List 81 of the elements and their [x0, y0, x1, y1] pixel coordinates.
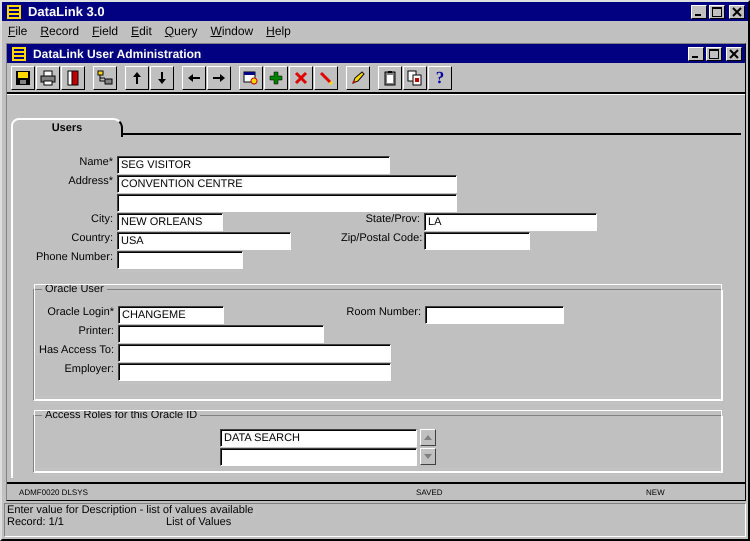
pencil-icon: [350, 70, 366, 86]
down-button[interactable]: [150, 66, 174, 90]
input-field[interactable]: NEW ORLEANS: [117, 212, 223, 230]
window-title: DataLink User Administration: [33, 46, 202, 60]
lov-indicator: List of Values: [166, 516, 232, 528]
eraser-icon: [318, 70, 334, 86]
input-field[interactable]: SEG VISITOR: [117, 156, 390, 174]
field-label: Has Access To:: [38, 343, 115, 356]
copy-icon: [407, 70, 423, 86]
field-label: Employer:: [63, 362, 115, 375]
app-title: DataLink 3.0: [28, 4, 105, 19]
field-label: State/Prov:: [364, 212, 421, 225]
print-button[interactable]: [36, 66, 60, 90]
window-search-icon: [243, 70, 259, 86]
maximize-button[interactable]: [709, 4, 725, 18]
minimize-button[interactable]: [691, 4, 707, 18]
input-field[interactable]: [117, 194, 457, 212]
close-button[interactable]: [729, 4, 745, 18]
menu-item[interactable]: Edit: [129, 24, 154, 38]
input-field[interactable]: [220, 448, 417, 466]
save-button[interactable]: [11, 66, 35, 90]
field-label: Phone Number:: [34, 250, 114, 263]
close-button[interactable]: [726, 46, 742, 60]
field-label: Room Number:: [345, 305, 422, 318]
printer-icon: [40, 70, 56, 86]
field-label: Name*: [78, 155, 114, 168]
input-field[interactable]: CHANGEME: [118, 306, 224, 324]
field-label: Country:: [70, 231, 114, 244]
menu-item[interactable]: File: [6, 24, 30, 38]
field-label: City:: [90, 212, 114, 225]
input-field[interactable]: [424, 232, 530, 250]
menu-item[interactable]: Field: [90, 24, 120, 38]
up-button[interactable]: [125, 66, 149, 90]
input-field[interactable]: USA: [117, 232, 291, 250]
exit-button[interactable]: [61, 66, 85, 90]
copy-button[interactable]: [403, 66, 427, 90]
clear-button[interactable]: [314, 66, 338, 90]
hint-text: Enter value for Description - list of values available: [7, 504, 254, 516]
field-label: Address*: [67, 174, 114, 187]
field-label: Zip/Postal Code:: [341, 231, 424, 244]
input-field[interactable]: LA: [424, 212, 597, 230]
find-button[interactable]: [239, 66, 263, 90]
menu-item[interactable]: Help: [264, 24, 293, 38]
add-button[interactable]: [264, 66, 288, 90]
record-count: Record: 1/1: [7, 516, 65, 528]
menu-item[interactable]: Record: [38, 24, 82, 38]
delete-button[interactable]: [289, 66, 313, 90]
input-field[interactable]: [117, 250, 243, 268]
input-field[interactable]: [118, 324, 324, 342]
minimize-icon: [695, 14, 701, 16]
tree-icon: [97, 70, 113, 86]
group-title: Oracle User: [44, 283, 105, 295]
field-label: Oracle Login*: [46, 305, 115, 318]
input-field[interactable]: [118, 362, 391, 380]
clipboard-icon: [382, 70, 398, 86]
tab[interactable]: Users: [11, 118, 123, 137]
mode-indicator: NEW: [646, 488, 665, 496]
plus-icon: [268, 70, 284, 86]
minimize-icon: [692, 56, 698, 58]
scroll-down-button[interactable]: [420, 448, 436, 465]
triangle-down-icon: [424, 454, 432, 459]
form-name: ADMF0020 DLSYS: [19, 488, 89, 496]
menu-item[interactable]: Window: [208, 24, 256, 38]
input-field[interactable]: DATA SEARCH: [220, 429, 417, 447]
input-field[interactable]: [118, 344, 391, 362]
left-button[interactable]: [182, 66, 206, 90]
input-field[interactable]: CONVENTION CENTRE: [117, 174, 457, 192]
edit-button[interactable]: [346, 66, 370, 90]
input-field[interactable]: [425, 306, 564, 324]
menu-item[interactable]: Query: [162, 24, 200, 38]
tree-button[interactable]: [93, 66, 117, 90]
help-button[interactable]: ?: [428, 66, 452, 90]
field-label: Printer:: [78, 324, 115, 337]
triangle-up-icon: [424, 435, 432, 440]
maximize-button[interactable]: [706, 46, 722, 60]
x-icon: [293, 70, 309, 86]
scroll-up-button[interactable]: [420, 429, 436, 446]
right-button[interactable]: [207, 66, 231, 90]
record-state: SAVED: [416, 488, 444, 496]
minimize-button[interactable]: [688, 46, 704, 60]
paste-button[interactable]: [378, 66, 402, 90]
